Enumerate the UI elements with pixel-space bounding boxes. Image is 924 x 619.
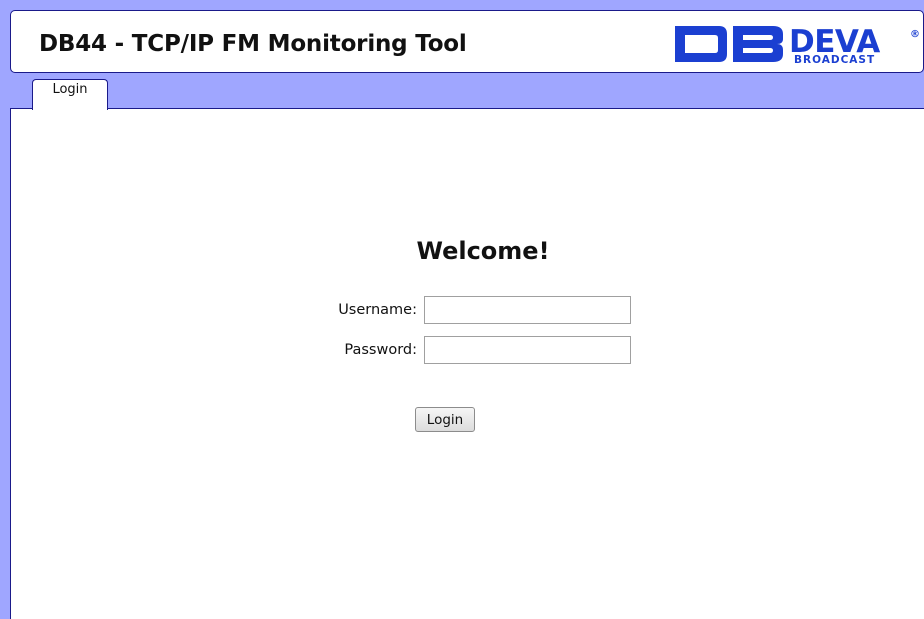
app-header: DB44 - TCP/IP FM Monitoring Tool DEVA ® … — [10, 10, 924, 73]
login-button[interactable]: Login — [415, 407, 475, 432]
app-title: DB44 - TCP/IP FM Monitoring Tool — [39, 31, 467, 57]
tab-login[interactable]: Login — [32, 79, 108, 110]
logo-registered-mark: ® — [910, 29, 920, 40]
tab-bar: Login — [10, 79, 924, 110]
username-label: Username: — [338, 302, 417, 318]
logo-sub-text: BROADCAST — [794, 54, 875, 65]
password-input[interactable] — [424, 336, 631, 364]
password-row: Password: — [261, 335, 661, 365]
logo-graphic: DEVA ® BROADCAST — [675, 24, 920, 66]
username-row: Username: — [261, 295, 661, 325]
username-input[interactable] — [424, 296, 631, 324]
app-window: DB44 - TCP/IP FM Monitoring Tool DEVA ® … — [10, 10, 924, 619]
welcome-heading: Welcome! — [416, 237, 550, 265]
login-panel: Welcome! Username: Password: Login — [10, 108, 924, 619]
password-label: Password: — [344, 342, 417, 358]
deva-broadcast-logo: DEVA ® BROADCAST — [673, 23, 921, 66]
